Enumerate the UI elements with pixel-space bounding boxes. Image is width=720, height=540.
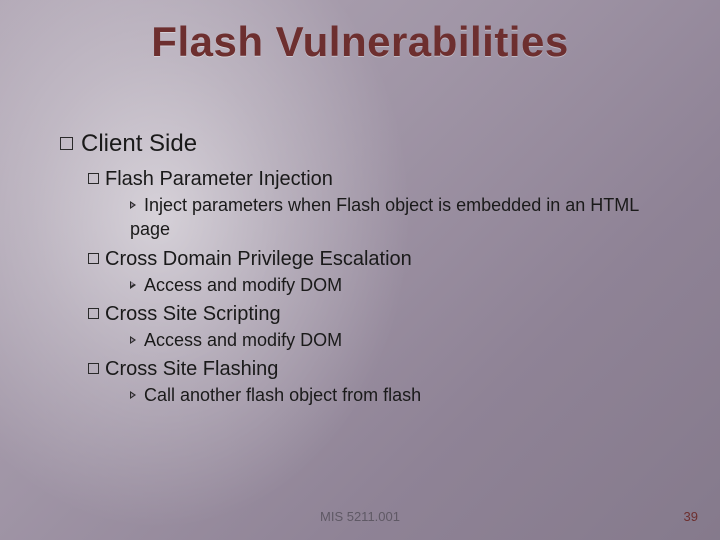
footer-course-code: MIS 5211.001	[0, 509, 720, 524]
bullet-level1: Client Side	[60, 130, 680, 158]
bullet-level2: Cross Site Scripting	[88, 303, 680, 326]
triangle-bullet-icon	[130, 336, 136, 344]
level3-text: Access and modify DOM	[144, 275, 342, 295]
bullet-level3: Access and modify DOM	[130, 328, 680, 352]
slide-title: Flash Vulnerabilities	[0, 18, 720, 66]
square-bullet-icon	[88, 363, 99, 374]
level3-text: Call another flash object from flash	[144, 385, 421, 405]
footer-page-number: 39	[684, 509, 698, 524]
slide-body: Client Side Flash Parameter Injection In…	[60, 130, 680, 413]
bullet-level3: Call another flash object from flash	[130, 383, 680, 407]
square-bullet-icon	[88, 173, 99, 184]
triangle-bullet-icon	[130, 391, 136, 399]
triangle-bullet-icon	[130, 201, 136, 209]
level2-text: Flash Parameter Injection	[105, 168, 333, 190]
level3-text: Inject parameters when Flash object is e…	[130, 195, 639, 239]
bullet-level2: Flash Parameter Injection	[88, 168, 680, 191]
slide: Flash Vulnerabilities Client Side Flash …	[0, 0, 720, 540]
level1-text: Client Side	[81, 130, 197, 157]
square-bullet-icon	[88, 253, 99, 264]
level2-text: Cross Site Scripting	[105, 303, 281, 325]
bullet-level2: Cross Site Flashing	[88, 358, 680, 381]
bullet-level2: Cross Domain Privilege Escalation	[88, 248, 680, 271]
triangle-bullet-icon	[130, 281, 136, 289]
level2-text: Cross Site Flashing	[105, 358, 278, 380]
bullet-level3: Access and modify DOM	[130, 273, 680, 297]
square-bullet-icon	[60, 137, 73, 150]
level2-text: Cross Domain Privilege Escalation	[105, 248, 412, 270]
square-bullet-icon	[88, 308, 99, 319]
bullet-level3: Inject parameters when Flash object is e…	[130, 193, 680, 242]
level3-text: Access and modify DOM	[144, 330, 342, 350]
